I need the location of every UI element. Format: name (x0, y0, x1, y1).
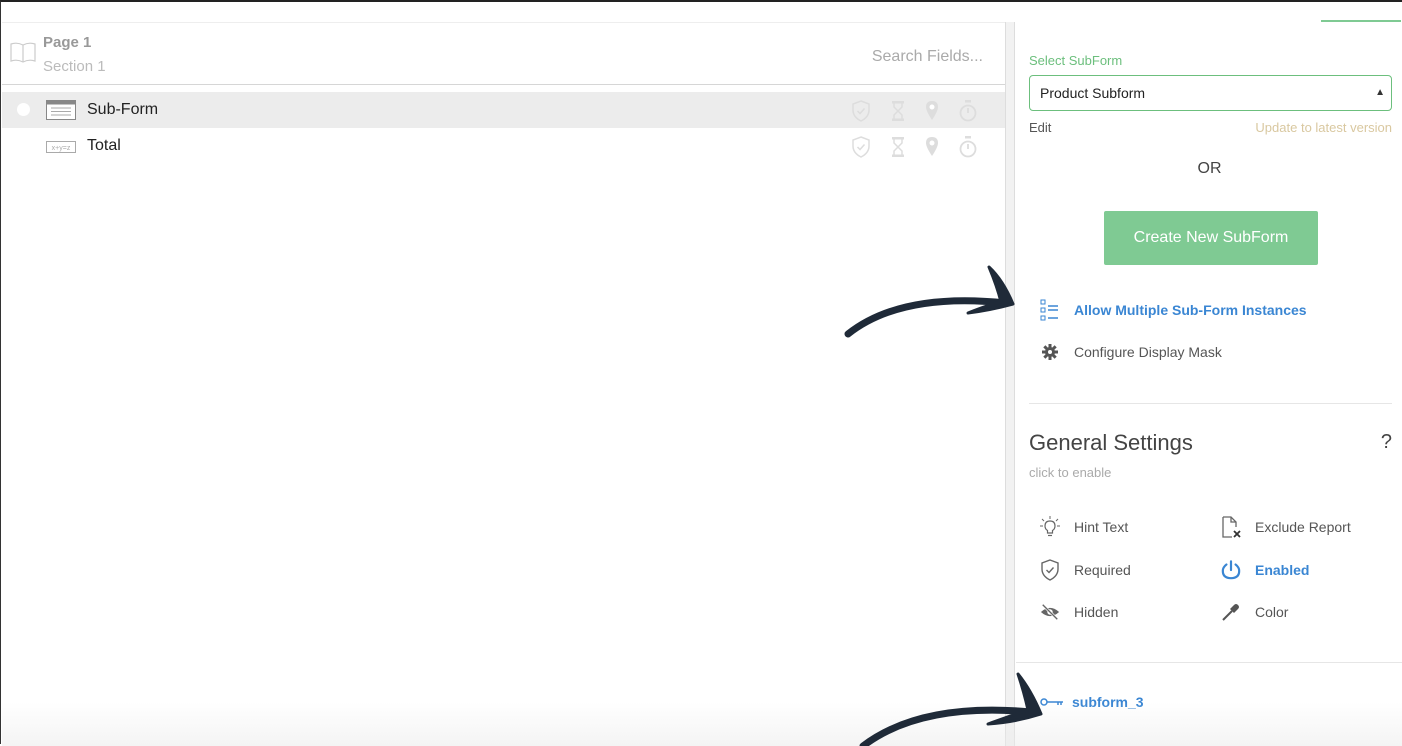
enabled-toggle[interactable]: Enabled (1221, 560, 1309, 580)
svg-text:x+y=z: x+y=z (52, 145, 71, 152)
hint-text-label: Hint Text (1074, 519, 1129, 535)
app-frame: Page 1 Section 1 Sub-Form (0, 0, 1402, 746)
eye-slash-icon (1040, 602, 1060, 622)
required-shield-icon[interactable] (851, 100, 871, 122)
edit-link[interactable]: Edit (1029, 120, 1051, 135)
pane-splitter[interactable] (1005, 22, 1015, 746)
subform-select[interactable]: Product Subform ▲ (1029, 75, 1392, 111)
field-row-subform[interactable]: Sub-Form (2, 92, 1005, 128)
configure-mask-label: Configure Display Mask (1074, 344, 1222, 360)
field-label: Sub-Form (87, 101, 159, 118)
hidden-label: Hidden (1074, 604, 1119, 620)
exclude-report-toggle[interactable]: Exclude Report (1221, 516, 1351, 538)
search-fields-input[interactable] (823, 48, 983, 66)
select-subform-label: Select SubForm (1029, 53, 1123, 68)
location-pin-icon[interactable] (925, 100, 939, 122)
exclude-report-label: Exclude Report (1255, 519, 1351, 535)
eyedropper-icon (1221, 602, 1241, 622)
section-title[interactable]: Section 1 (43, 58, 106, 75)
field-row-actions (851, 100, 977, 122)
divider (1029, 403, 1392, 404)
select-arrows-icon: ▲ (1375, 87, 1385, 98)
create-new-subform-button[interactable]: Create New SubForm (1104, 211, 1318, 265)
active-tab-indicator (1321, 20, 1401, 22)
configure-display-mask-button[interactable]: Configure Display Mask (1040, 342, 1222, 362)
subform-icon (46, 100, 76, 120)
or-separator: OR (1197, 160, 1222, 177)
drag-handle[interactable] (17, 103, 30, 116)
timer-icon[interactable] (959, 100, 977, 122)
required-label: Required (1074, 562, 1131, 578)
allow-multiple-label: Allow Multiple Sub-Form Instances (1074, 302, 1307, 318)
key-icon (1040, 698, 1063, 706)
list-icon (1040, 299, 1058, 321)
help-icon[interactable]: ? (1381, 431, 1392, 454)
field-key-label: subform_3 (1072, 694, 1144, 710)
page-title[interactable]: Page 1 (43, 34, 91, 51)
location-pin-icon[interactable] (925, 136, 939, 158)
field-key[interactable]: subform_3 (1040, 694, 1144, 710)
hourglass-icon[interactable] (891, 136, 905, 158)
formula-icon: x+y=z (46, 141, 76, 153)
hint-text-toggle[interactable]: Hint Text (1040, 516, 1129, 537)
properties-panel: Select SubForm Product Subform ▲ Edit Up… (1016, 20, 1402, 746)
allow-multiple-instances-toggle[interactable]: Allow Multiple Sub-Form Instances (1040, 299, 1307, 321)
enabled-label: Enabled (1255, 562, 1310, 578)
shield-check-icon (1040, 559, 1060, 581)
color-label: Color (1255, 604, 1289, 620)
field-row-total[interactable]: x+y=z Total (2, 128, 1005, 164)
subform-select-value: Product Subform (1040, 85, 1146, 101)
field-label: Total (87, 137, 121, 154)
required-toggle[interactable]: Required (1040, 559, 1131, 581)
book-icon (10, 42, 36, 63)
gear-icon (1042, 344, 1058, 360)
general-settings-title: General Settings (1029, 430, 1193, 455)
divider (1016, 662, 1402, 663)
hourglass-icon[interactable] (891, 100, 905, 122)
power-icon (1221, 560, 1241, 580)
color-toggle[interactable]: Color (1221, 602, 1288, 622)
general-settings-subtitle: click to enable (1029, 465, 1112, 480)
update-version-link[interactable]: Update to latest version (1255, 120, 1392, 135)
required-shield-icon[interactable] (851, 136, 871, 158)
form-canvas: Page 1 Section 1 Sub-Form (2, 22, 1005, 746)
exclude-file-icon (1221, 516, 1241, 538)
lightbulb-icon (1040, 516, 1060, 537)
hidden-toggle[interactable]: Hidden (1040, 602, 1118, 622)
field-row-actions (851, 136, 977, 158)
timer-icon[interactable] (959, 136, 977, 158)
page-header: Page 1 Section 1 (2, 23, 1005, 85)
